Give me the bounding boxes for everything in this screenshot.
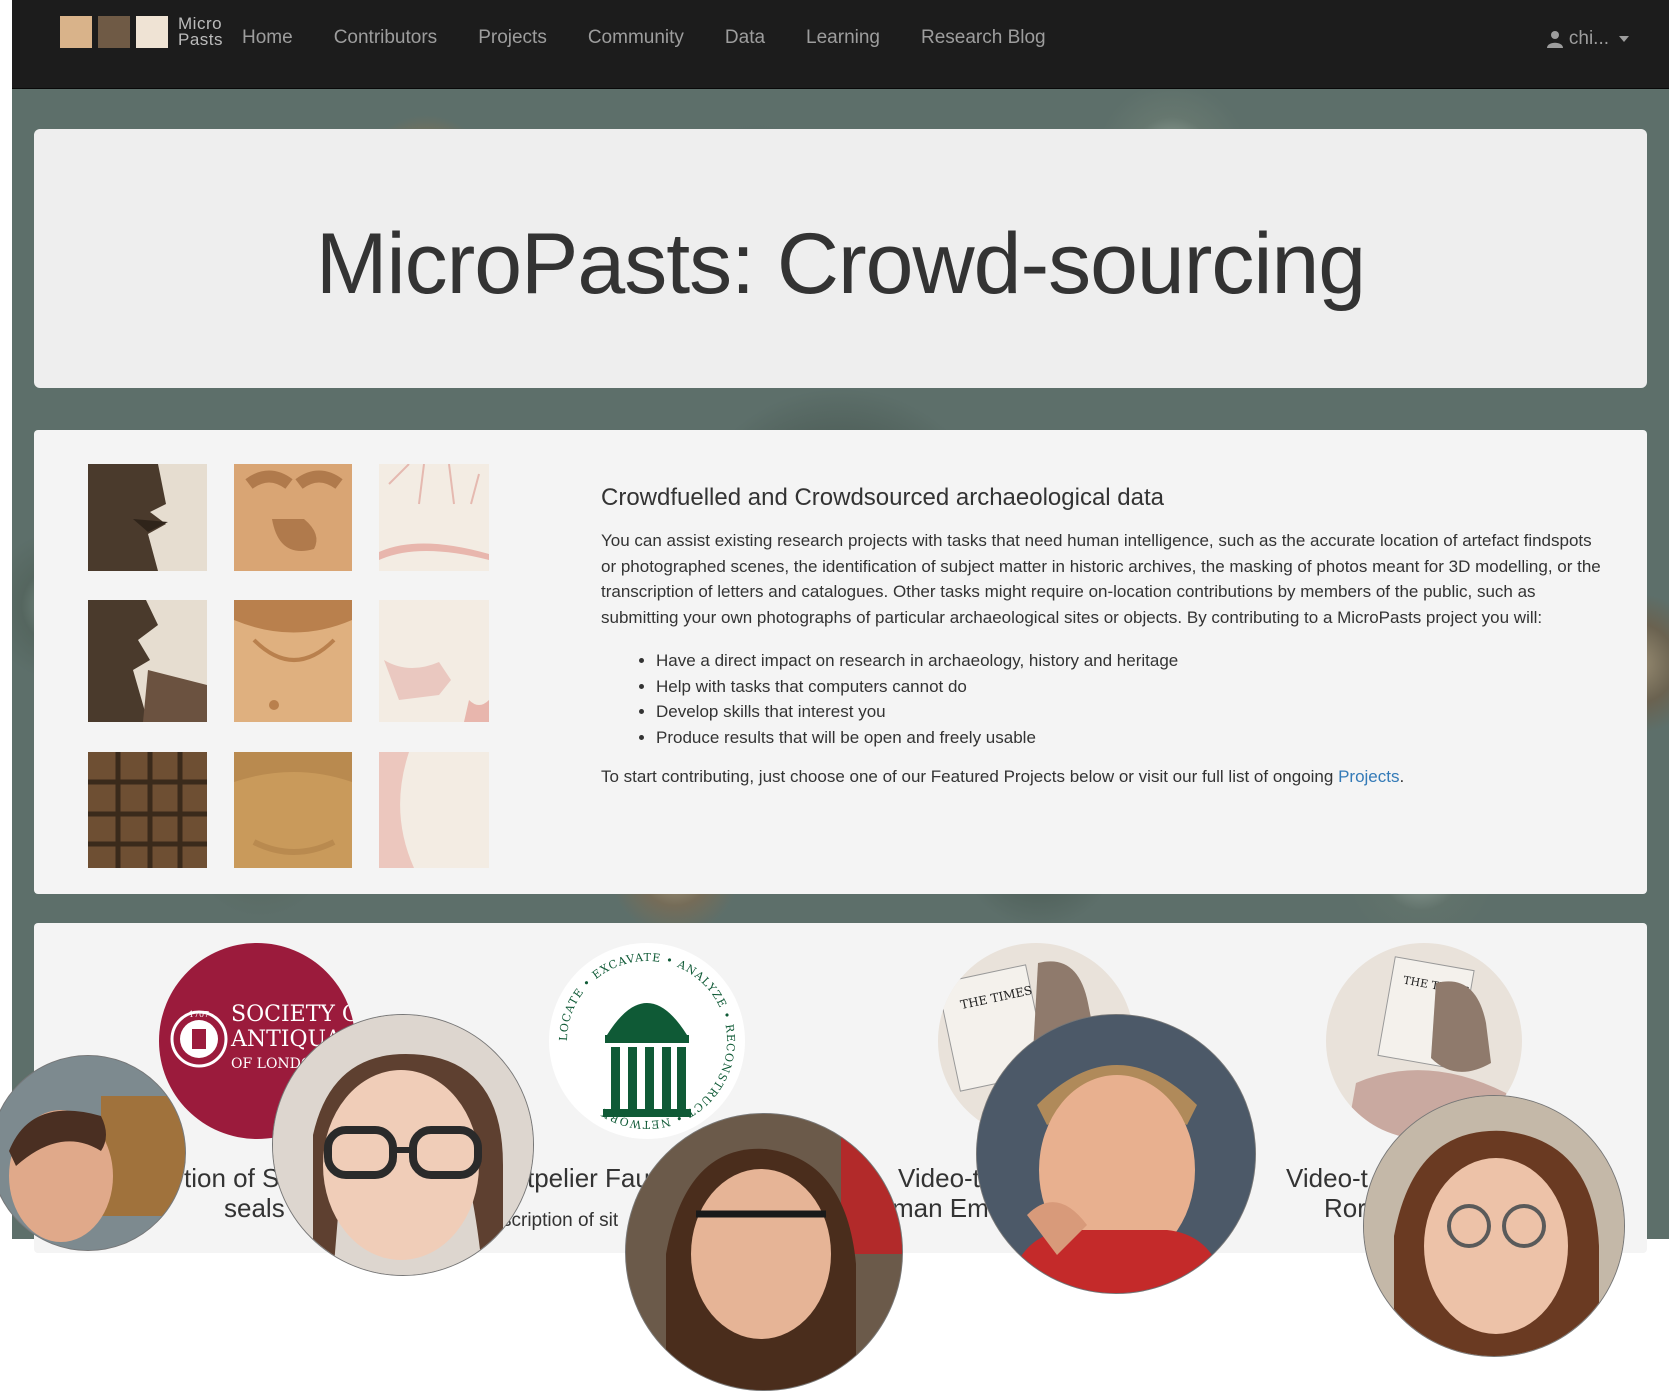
benefits-list: Have a direct impact on research in arch…	[601, 648, 1611, 750]
intro-cta: To start contributing, just choose one o…	[601, 764, 1611, 789]
intro-content: Crowdfuelled and Crowdsourced archaeolog…	[601, 484, 1611, 789]
tile-warrior-icon	[88, 600, 207, 722]
person-photo-icon	[626, 1114, 902, 1390]
project-2-title[interactable]: tpelier Fau	[527, 1163, 650, 1194]
person-photo-icon	[977, 1015, 1255, 1293]
project-2-subtitle: scription of sit	[502, 1210, 619, 1231]
tile-moai-front-icon	[234, 464, 352, 571]
intro-heading: Crowdfuelled and Crowdsourced archaeolog…	[601, 484, 1165, 511]
intro-paragraph: You can assist existing research project…	[601, 531, 1601, 627]
nav-data[interactable]: Data	[725, 27, 765, 49]
montpelier-logo[interactable]: LOCATE • EXCAVATE • ANALYZE • RECONSTRUC…	[549, 943, 745, 1139]
main-nav: Home Contributors Projects Community Dat…	[242, 0, 1087, 76]
tile-sketch-middle-icon	[379, 600, 489, 722]
cta-period: .	[1399, 767, 1405, 786]
nav-community[interactable]: Community	[588, 27, 684, 49]
illustration-tile-grid	[88, 464, 489, 868]
project-1-subtitle: seals	[224, 1193, 285, 1223]
tile-torso-icon	[234, 600, 352, 722]
user-name: chi...	[1568, 28, 1609, 49]
nav-research-blog[interactable]: Research Blog	[921, 27, 1046, 49]
logo-tile-warrior-icon	[98, 16, 130, 48]
page-title: MicroPasts: Crowd-sourcing	[315, 216, 1366, 312]
contributor-avatar-5[interactable]	[1363, 1095, 1625, 1357]
tile-sketch-bottom-icon	[379, 752, 489, 868]
person-photo-icon	[273, 1015, 533, 1275]
tile-skirt-icon	[234, 752, 352, 868]
chevron-down-icon	[1619, 36, 1629, 42]
contributor-avatar-2[interactable]	[272, 1014, 534, 1276]
intro-panel: Crowdfuelled and Crowdsourced archaeolog…	[34, 430, 1647, 894]
brand-wordmark: Micro Pasts	[178, 15, 224, 49]
contributor-avatar-3[interactable]	[625, 1113, 903, 1391]
person-photo-icon	[1364, 1096, 1624, 1356]
hero-jumbotron: MicroPasts: Crowd-sourcing	[34, 129, 1647, 388]
top-navbar: Micro Pasts Home Contributors Projects C…	[12, 0, 1669, 89]
user-icon	[1546, 31, 1563, 48]
antiquaries-line-1: SOCIETY OF	[231, 1002, 355, 1027]
benefit-item: Develop skills that interest you	[656, 699, 1611, 725]
user-menu-dropdown[interactable]: chi...	[1546, 28, 1629, 50]
tile-armor-icon	[88, 752, 207, 868]
benefit-item: Have a direct impact on research in arch…	[656, 648, 1611, 674]
page-left-margin	[0, 0, 12, 1239]
project-4-subtitle: Ror	[1324, 1193, 1366, 1223]
nav-home[interactable]: Home	[242, 27, 293, 49]
project-3-subtitle: man Em	[892, 1193, 989, 1223]
cta-text: To start contributing, just choose one o…	[601, 767, 1339, 786]
benefit-item: Produce results that will be open and fr…	[656, 725, 1611, 751]
benefit-item: Help with tasks that computers cannot do	[656, 674, 1611, 700]
logo-tile-sketch-icon	[136, 16, 168, 48]
seal-year: 1707	[189, 1010, 209, 1019]
nav-projects[interactable]: Projects	[478, 27, 547, 49]
brand-line-2: Pasts	[178, 30, 224, 49]
logo-tile-face-icon	[60, 16, 92, 48]
project-3-title[interactable]: Video-t	[898, 1163, 980, 1194]
nav-contributors[interactable]: Contributors	[334, 27, 438, 49]
tile-moai-profile-icon	[88, 464, 207, 571]
project-1-title[interactable]: tion of S	[184, 1163, 279, 1194]
project-4-title[interactable]: Video-t	[1286, 1163, 1368, 1194]
temple-icon: LOCATE • EXCAVATE • ANALYZE • RECONSTRUC…	[557, 951, 736, 1131]
brand-logo[interactable]: Micro Pasts	[60, 15, 224, 49]
nav-learning[interactable]: Learning	[806, 27, 880, 49]
projects-link[interactable]: Projects	[1338, 767, 1399, 786]
tile-sketch-top-icon	[379, 464, 489, 571]
contributor-avatar-4[interactable]	[976, 1014, 1256, 1294]
